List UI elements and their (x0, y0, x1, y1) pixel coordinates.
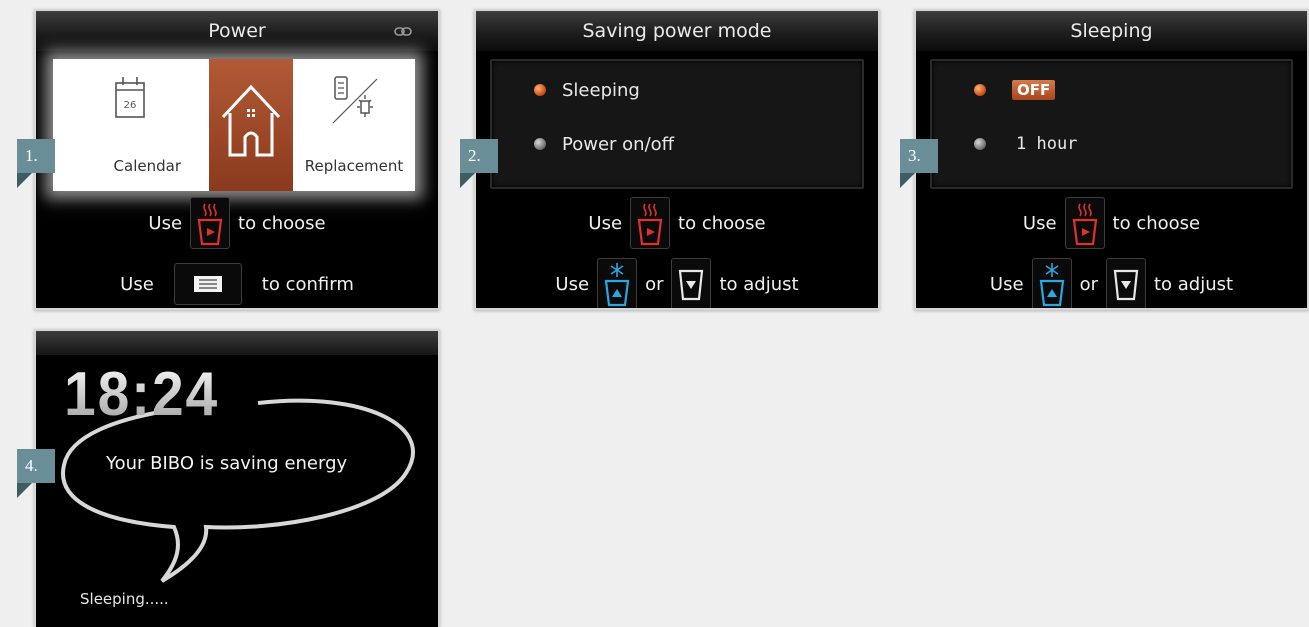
replacement-label: Replacement (304, 157, 404, 175)
or-text: or (1079, 273, 1098, 295)
option-sleeping[interactable]: Sleeping (534, 75, 640, 105)
use-text: Use (588, 212, 623, 234)
step-tag: 1. (17, 139, 55, 173)
use-text: Use (148, 212, 183, 234)
use-text: Use (1022, 212, 1057, 234)
link-icon (394, 27, 412, 36)
power-menu: 26 Calendar Replacement (53, 59, 415, 191)
use-text: Use (120, 273, 154, 295)
screen-title: Saving power mode (476, 11, 878, 51)
cold-up-button-icon (1031, 258, 1072, 308)
step-tag: 4. (17, 449, 55, 483)
confirm-instruction: Use to confirm (36, 257, 438, 308)
option-1-hour[interactable]: 1 hour (974, 129, 1077, 159)
heat-button-icon (630, 197, 671, 249)
cold-up-button-icon (597, 258, 638, 308)
use-text: Use (555, 273, 590, 295)
option-off[interactable]: OFF (974, 75, 1056, 105)
sleeping-status: Sleeping..... (80, 590, 169, 608)
screen-title: Power (208, 20, 266, 42)
down-button-icon (671, 258, 712, 308)
radio-selected (974, 84, 986, 96)
screen-title-bar: Power (36, 11, 438, 51)
menu-item-home[interactable] (209, 59, 293, 191)
menu-item-calendar[interactable]: 26 Calendar (53, 59, 209, 191)
sleep-screen: 18:24 Your BIBO is saving energy Sleepin… (34, 329, 440, 627)
choose-instruction: Use to choose (476, 195, 878, 251)
choose-text: to choose (678, 212, 766, 234)
heat-button-icon (1064, 197, 1105, 249)
radio-unselected (974, 138, 986, 150)
adjust-instruction: Use or to adjust (916, 257, 1307, 308)
adjust-instruction: Use or to adjust (476, 257, 878, 308)
heat-button-icon (190, 197, 231, 249)
choose-instruction: Use to choose (916, 195, 1307, 251)
choose-text: to choose (238, 212, 326, 234)
step-tag: 2. (460, 139, 498, 173)
down-button-icon (1105, 258, 1146, 308)
option-power-onoff[interactable]: Power on/off (534, 129, 674, 159)
saving-power-mode-screen: Saving power mode Sleeping Power on/off … (474, 9, 880, 310)
option-label: Sleeping (562, 79, 640, 101)
clock-display: 18:24 (64, 360, 220, 429)
or-text: or (645, 273, 664, 295)
screen-title: Sleeping (916, 11, 1307, 51)
adjust-text: to adjust (1153, 273, 1234, 295)
calendar-label: Calendar (113, 157, 181, 175)
calendar-icon: 26 (115, 77, 145, 118)
use-text: Use (989, 273, 1024, 295)
sleeping-screen: Sleeping OFF 1 hour Use to choose Use or… (914, 9, 1309, 310)
option-label: 1 hour (1016, 134, 1078, 154)
calendar-day: 26 (124, 100, 137, 111)
replacement-icon (332, 76, 378, 124)
power-screen: Power 26 Calendar Replacement Use to cho… (34, 9, 440, 310)
confirm-text: to confirm (261, 273, 354, 295)
menu-button-icon (173, 263, 242, 305)
radio-unselected (534, 138, 546, 150)
choose-instruction: Use to choose (36, 195, 438, 251)
home-icon (221, 84, 281, 157)
options-box: OFF 1 hour (930, 59, 1293, 189)
step-tag: 3. (900, 139, 938, 173)
menu-item-replacement[interactable]: Replacement (293, 59, 415, 191)
option-label: OFF (1012, 80, 1056, 100)
choose-text: to choose (1112, 212, 1201, 234)
radio-selected (534, 84, 546, 96)
option-label: Power on/off (562, 133, 675, 155)
options-box: Sleeping Power on/off (490, 59, 864, 189)
adjust-text: to adjust (719, 273, 799, 295)
saving-energy-message: Your BIBO is saving energy (106, 453, 348, 474)
